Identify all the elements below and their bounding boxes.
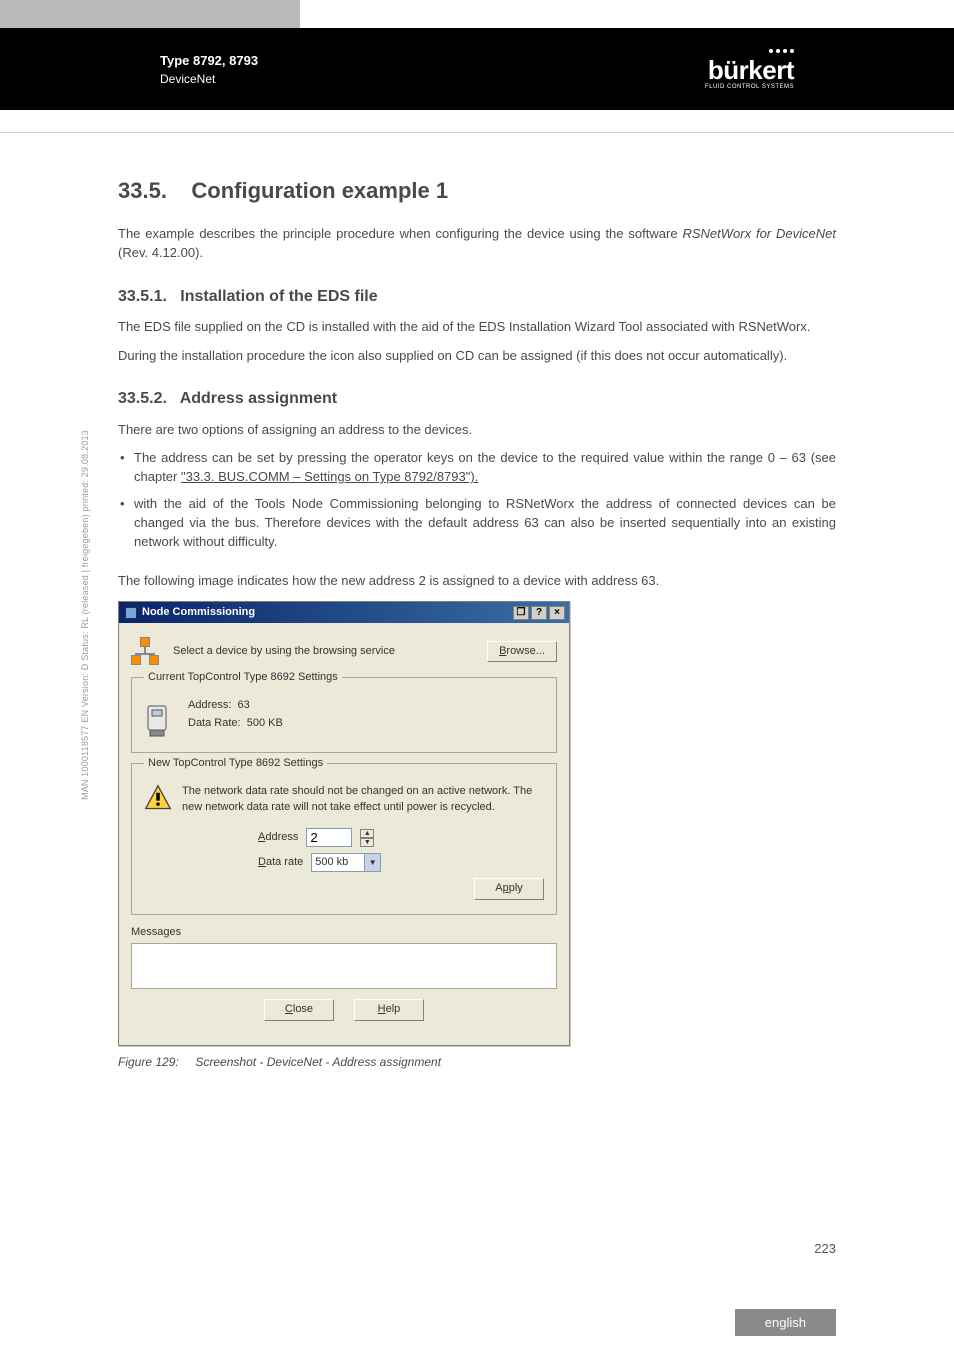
section-heading: 33.5. Configuration example 1	[118, 175, 836, 207]
node-commissioning-dialog: Node Commissioning ❐ ? × Select a device…	[118, 601, 570, 1047]
dialog-title-text: Node Commissioning	[142, 605, 255, 621]
messages-label: Messages	[131, 925, 557, 941]
new-legend: New TopControl Type 8692 Settings	[144, 756, 327, 772]
current-settings-fieldset: Current TopControl Type 8692 Settings Ad…	[131, 677, 557, 753]
current-datarate: Data Rate: 500 KB	[188, 716, 283, 732]
close-icon[interactable]: ×	[549, 606, 565, 620]
dialog-titlebar: Node Commissioning ❐ ? ×	[119, 602, 569, 624]
apply-button[interactable]: Apply	[474, 878, 544, 900]
page-content: 33.5. Configuration example 1 The exampl…	[0, 133, 954, 1071]
sub2-p1: There are two options of assigning an ad…	[118, 421, 836, 440]
browse-row: Select a device by using the browsing se…	[131, 637, 557, 665]
intro-c: (Rev. 4.12.00).	[118, 245, 203, 260]
bullet-1: The address can be set by pressing the o…	[118, 449, 836, 487]
addr-value: 63	[238, 699, 250, 711]
new-settings-fieldset: New TopControl Type 8692 Settings The ne…	[131, 763, 557, 915]
rate-value: 500 KB	[247, 717, 283, 729]
intro-paragraph: The example describes the principle proc…	[118, 225, 836, 263]
doc-subtitle: DeviceNet	[160, 72, 258, 86]
spin-up-icon[interactable]: ▲	[360, 829, 374, 838]
sub2-p2: The following image indicates how the ne…	[118, 572, 836, 591]
intro-a: The example describes the principle proc…	[118, 226, 682, 241]
doc-type: Type 8792, 8793	[160, 53, 258, 68]
top-grey-tab	[0, 0, 300, 28]
caption-text: Screenshot - DeviceNet - Address assignm…	[195, 1055, 441, 1069]
browse-text: Select a device by using the browsing se…	[173, 644, 473, 660]
logo-text: bürkert	[705, 55, 794, 86]
address-input-row: Address ▲ ▼	[258, 828, 544, 847]
help-button-icon[interactable]: ?	[531, 606, 547, 620]
sub2-number: 33.5.2.	[118, 390, 167, 407]
top-bar	[0, 0, 954, 28]
addr-label: Address:	[188, 699, 231, 711]
intro-b: RSNetWorx for DeviceNet	[682, 226, 836, 241]
sub1-title: Installation of the EDS file	[180, 288, 377, 305]
bullet-1-link[interactable]: "33.3. BUS.COMM – Settings on Type 8792/…	[181, 469, 478, 484]
language-tab: english	[735, 1309, 836, 1336]
address-spinner[interactable]: ▲ ▼	[360, 829, 374, 847]
help-button[interactable]: Help	[354, 999, 424, 1021]
sub1-p2: During the installation procedure the ic…	[118, 347, 836, 366]
current-address: Address: 63	[188, 698, 283, 714]
dialog-icon	[125, 607, 137, 619]
sub1-number: 33.5.1.	[118, 288, 167, 305]
warning-icon	[144, 784, 172, 812]
section-title: Configuration example 1	[191, 178, 448, 203]
page-header: Type 8792, 8793 DeviceNet bürkert FLUID …	[0, 28, 954, 110]
section-number: 33.5.	[118, 178, 167, 203]
figure-caption: Figure 129: Screenshot - DeviceNet - Add…	[118, 1054, 836, 1071]
current-legend: Current TopControl Type 8692 Settings	[144, 670, 342, 686]
logo-subtext: FLUID CONTROL SYSTEMS	[705, 84, 794, 90]
header-left: Type 8792, 8793 DeviceNet	[160, 53, 258, 86]
device-icon	[144, 704, 172, 738]
rate-label: Data Rate:	[188, 717, 241, 729]
close-button[interactable]: Close	[264, 999, 334, 1021]
sub1-p1: The EDS file supplied on the CD is insta…	[118, 318, 836, 337]
restore-button[interactable]: ❐	[513, 606, 529, 620]
warning-text: The network data rate should not be chan…	[182, 784, 544, 816]
subsection-2-heading: 33.5.2. Address assignment	[118, 387, 836, 410]
chevron-down-icon[interactable]: ▼	[364, 854, 380, 871]
side-metadata: MAN 1000118577 EN Version: D Status: RL …	[80, 430, 90, 800]
page-number: 223	[814, 1241, 836, 1256]
datarate-dropdown[interactable]: 500 kb ▼	[311, 853, 381, 872]
sub2-title: Address assignment	[180, 390, 337, 407]
address-input[interactable]	[306, 828, 352, 847]
subsection-1-heading: 33.5.1. Installation of the EDS file	[118, 285, 836, 308]
caption-prefix: Figure 129:	[118, 1055, 179, 1069]
brand-logo: bürkert FLUID CONTROL SYSTEMS	[705, 49, 794, 90]
dialog-body: Select a device by using the browsing se…	[119, 623, 569, 1045]
spin-down-icon[interactable]: ▼	[360, 838, 374, 847]
datarate-selected: 500 kb	[312, 855, 364, 871]
browse-button[interactable]: Browse...	[487, 641, 557, 663]
datarate-input-row: Data rate 500 kb ▼	[258, 853, 544, 872]
messages-area	[131, 943, 557, 989]
bullet-2: with the aid of the Tools Node Commissio…	[118, 495, 836, 552]
network-icon	[131, 637, 159, 665]
